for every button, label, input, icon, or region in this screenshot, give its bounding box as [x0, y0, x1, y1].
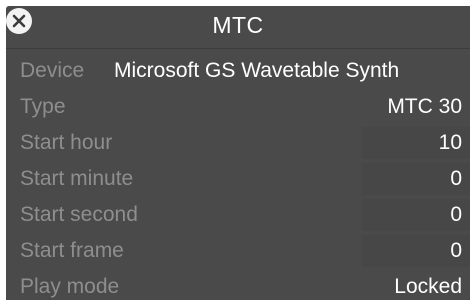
start-second-value[interactable]: 0: [450, 203, 462, 227]
play-mode-label: Play mode: [20, 275, 120, 298]
start-frame-label: Start frame: [20, 239, 124, 262]
start-second-label: Start second: [20, 203, 138, 226]
type-value[interactable]: MTC 30: [387, 95, 462, 119]
start-minute-label: Start minute: [20, 167, 134, 190]
device-value[interactable]: Microsoft GS Wavetable Synth: [114, 59, 462, 83]
properties-list: Device Microsoft GS Wavetable Synth Type…: [6, 53, 470, 305]
start-hour-label: Start hour: [20, 131, 113, 154]
type-label: Type: [20, 95, 66, 118]
start-minute-value[interactable]: 0: [450, 167, 462, 191]
start-second-field[interactable]: 0: [362, 199, 470, 231]
window-title: MTC: [212, 12, 264, 38]
row-start-minute: Start minute 0: [6, 161, 470, 197]
device-label: Device: [20, 59, 85, 82]
row-start-second: Start second 0: [6, 197, 470, 233]
row-device[interactable]: Device Microsoft GS Wavetable Synth: [6, 53, 470, 89]
mtc-panel: MTC Device Microsoft GS Wavetable Synth …: [6, 6, 470, 300]
start-minute-field[interactable]: 0: [362, 163, 470, 195]
row-type[interactable]: Type MTC 30: [6, 89, 470, 125]
row-start-hour: Start hour 10: [6, 125, 470, 161]
start-hour-value[interactable]: 10: [439, 131, 462, 155]
start-frame-value[interactable]: 0: [450, 239, 462, 263]
play-mode-value[interactable]: Locked: [394, 275, 462, 299]
start-hour-field[interactable]: 10: [362, 127, 470, 159]
title-bar: MTC: [6, 6, 470, 49]
row-start-frame: Start frame 0: [6, 233, 470, 269]
start-frame-field[interactable]: 0: [362, 235, 470, 267]
